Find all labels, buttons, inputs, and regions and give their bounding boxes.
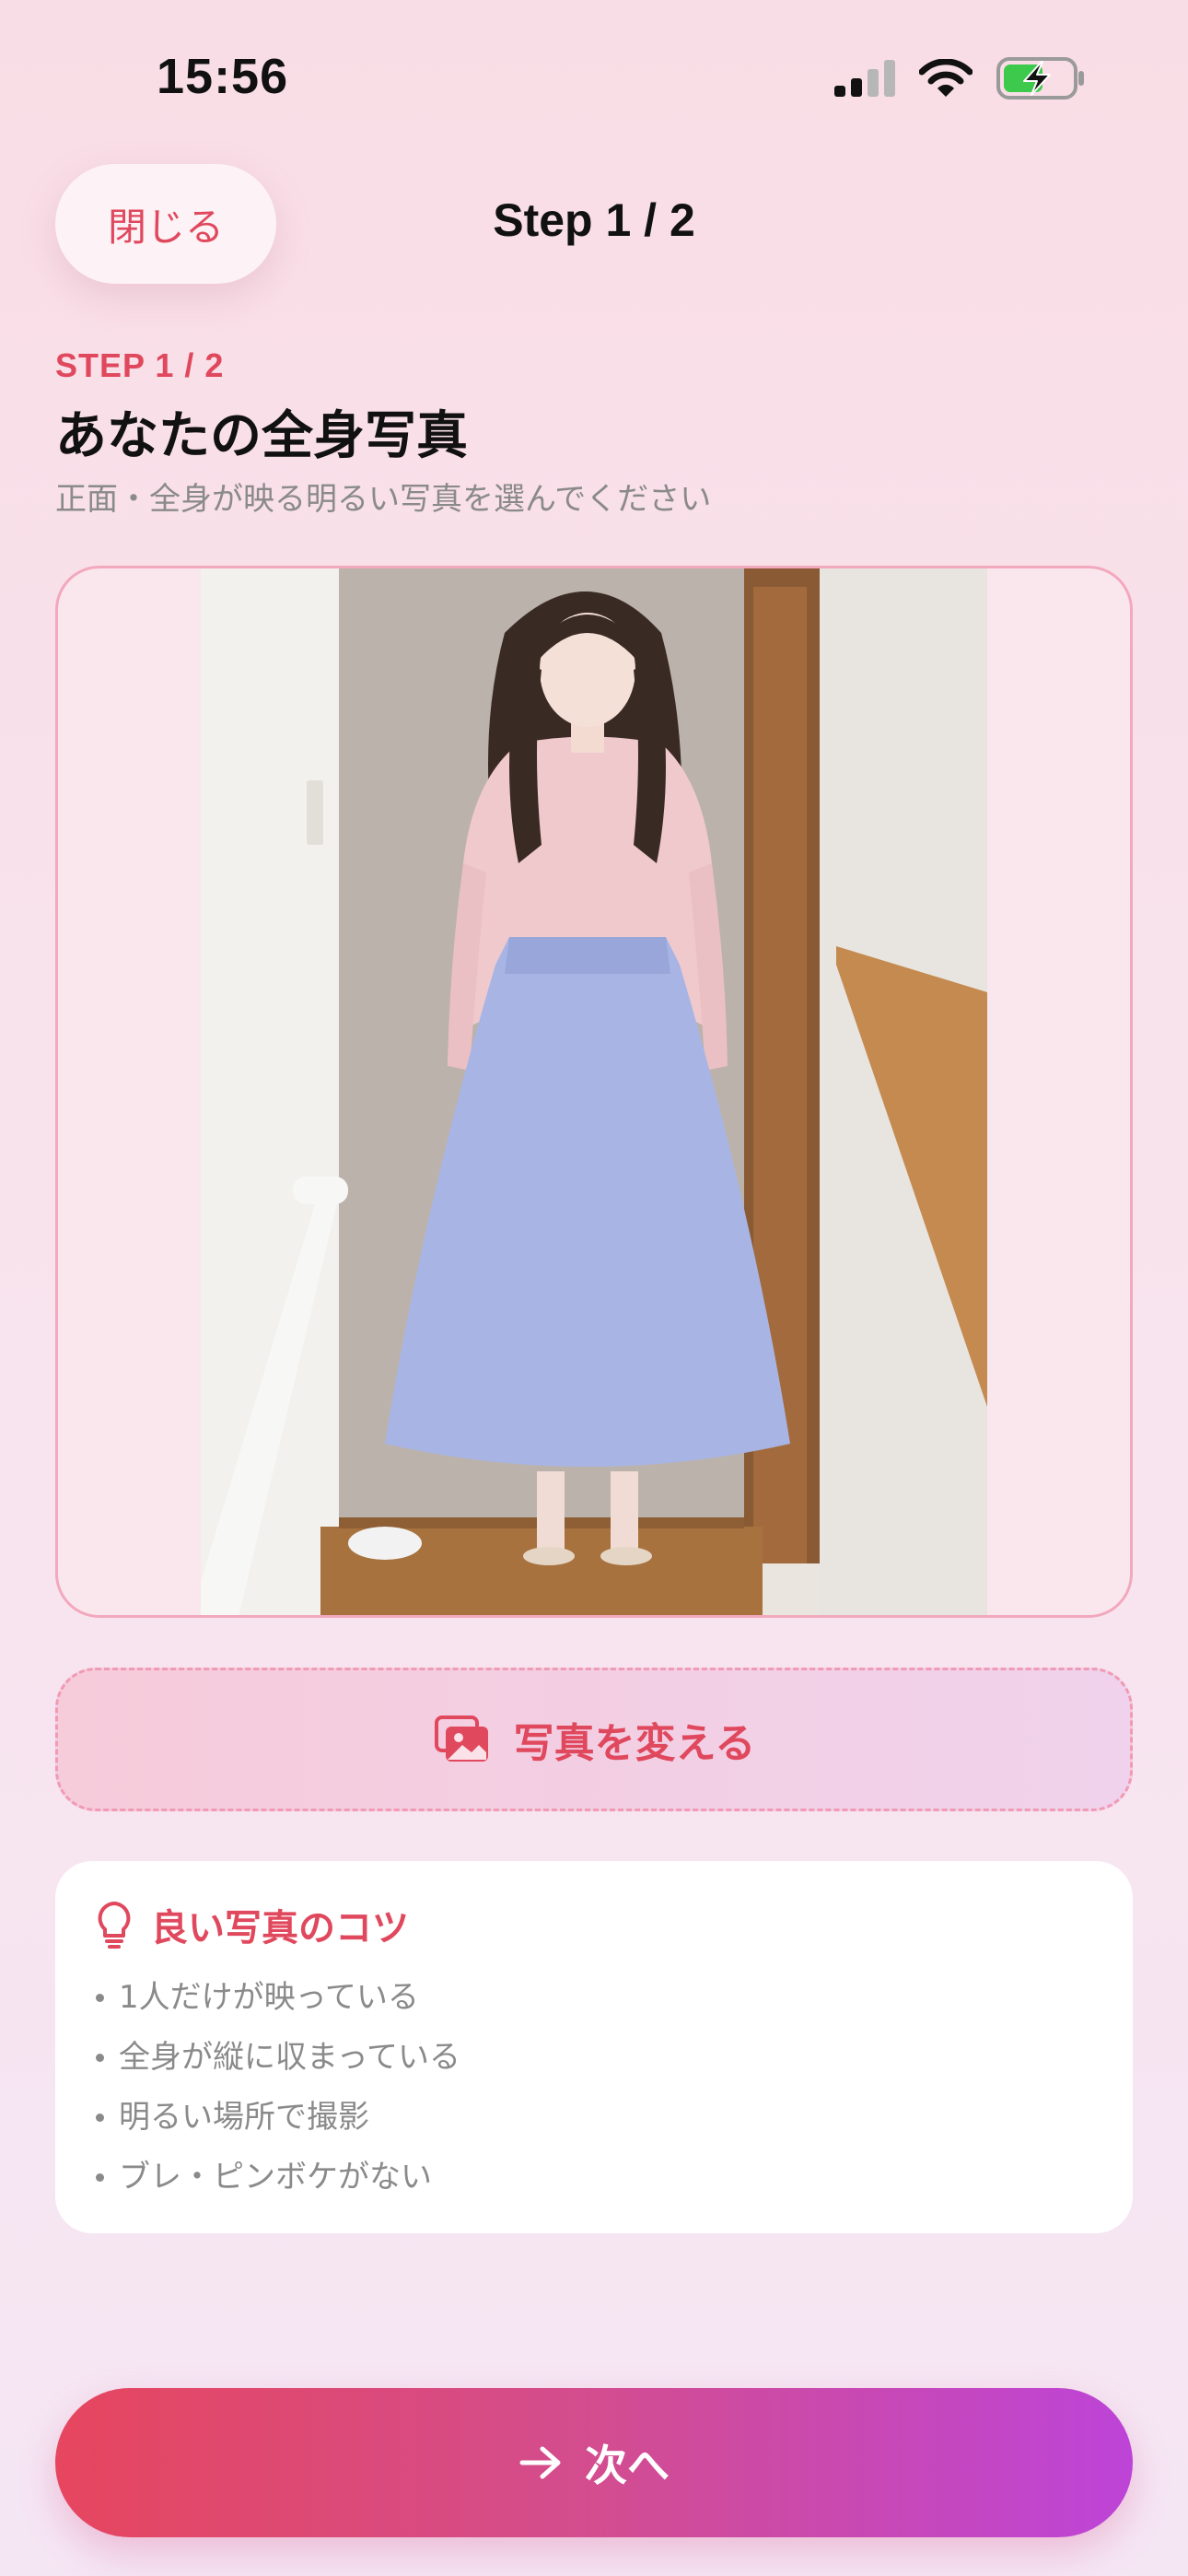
list-item: 明るい場所で撮影 (96, 2088, 1092, 2148)
page-subtitle: 正面・全身が映る明るい写真を選んでください (55, 481, 712, 518)
page-title: あなたの全身写真 (55, 406, 468, 466)
tips-header: 良い写真のコツ (96, 1898, 1092, 1951)
bullet-icon (96, 2173, 104, 2182)
status-time: 15:56 (157, 49, 289, 104)
tips-title: 良い写真のコツ (151, 1907, 409, 1950)
arrow-right-icon (519, 2446, 561, 2479)
battery-charging-icon (996, 57, 1084, 100)
step-label: STEP 1 / 2 (55, 346, 225, 384)
photo-preview[interactable] (55, 566, 1133, 1618)
lightbulb-icon (98, 1902, 131, 1949)
wifi-icon (919, 59, 973, 97)
header-title: Step 1 / 2 (493, 194, 695, 246)
bullet-icon (96, 2113, 104, 2122)
next-button[interactable]: 次へ (55, 2388, 1133, 2537)
tip-text: 1人だけが映っている (119, 1979, 419, 2016)
change-photo-button[interactable]: 写真を変える (55, 1668, 1133, 1811)
list-item: 1人だけが映っている (96, 1968, 1092, 2028)
list-item: ブレ・ピンボケがない (96, 2148, 1092, 2207)
tips-card: 良い写真のコツ 1人だけが映っている 全身が縦に収まっている 明るい場所で撮影 … (55, 1861, 1133, 2233)
tip-text: 全身が縦に収まっている (119, 2039, 460, 2076)
cellular-signal-icon (834, 60, 895, 97)
tip-text: ブレ・ピンボケがない (119, 2159, 432, 2195)
list-item: 全身が縦に収まっている (96, 2028, 1092, 2088)
tips-list: 1人だけが映っている 全身が縦に収まっている 明るい場所で撮影 ブレ・ピンボケが… (96, 1968, 1092, 2207)
next-label: 次へ (585, 2441, 670, 2489)
bullet-icon (96, 1994, 104, 2002)
tip-text: 明るい場所で撮影 (119, 2099, 369, 2136)
change-photo-label: 写真を変える (513, 1720, 756, 1767)
photo-gallery-icon (434, 1715, 488, 1762)
bullet-icon (96, 2054, 104, 2062)
status-icons (834, 57, 1085, 100)
status-bar: 15:56 (0, 0, 1188, 157)
full-body-photo (201, 568, 987, 1615)
